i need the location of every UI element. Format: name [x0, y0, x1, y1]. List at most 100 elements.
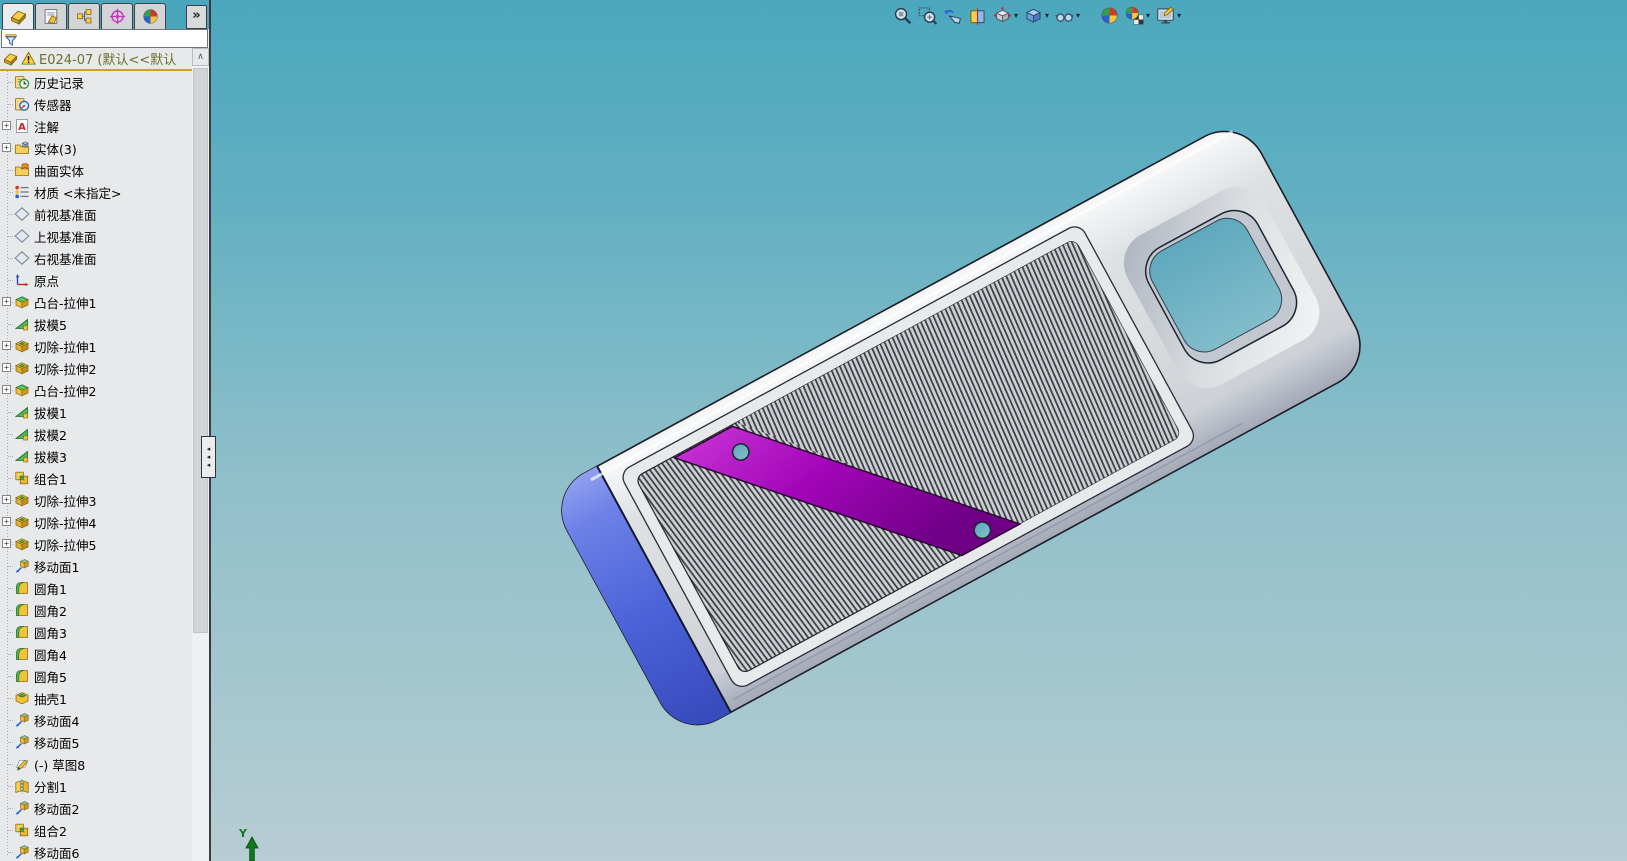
tree-item-label: 拔模5 — [34, 317, 67, 333]
tree-item[interactable]: 组合1 — [0, 467, 192, 489]
scrollbar-thumb[interactable] — [193, 68, 208, 633]
tree-item[interactable]: 拔模3 — [0, 445, 192, 467]
tree-item[interactable]: 材质 <未指定> — [0, 181, 192, 203]
tree-item[interactable]: 圆角4 — [0, 643, 192, 665]
tree-item-label: 移动面4 — [34, 713, 80, 729]
tree-item[interactable]: 移动面1 — [0, 555, 192, 577]
tree-item[interactable]: 曲面实体 — [0, 159, 192, 181]
scroll-up-button[interactable]: ∧ — [192, 48, 209, 66]
hud-view-orientation-button[interactable]: ▾ — [991, 3, 1020, 27]
tree-item-label: 移动面6 — [34, 845, 80, 861]
tree-item[interactable]: 圆角2 — [0, 599, 192, 621]
tab-dimxpertmanager[interactable] — [101, 3, 133, 29]
tree-item[interactable]: + 切除-拉伸4 — [0, 511, 192, 533]
tree-item[interactable]: 圆角5 — [0, 665, 192, 687]
tree-item[interactable]: + 切除-拉伸1 — [0, 335, 192, 357]
tree-item[interactable]: + 凸台-拉伸2 — [0, 379, 192, 401]
filter-input[interactable] — [18, 31, 207, 46]
annotations-icon: A — [14, 118, 30, 134]
dropdown-caret-icon[interactable]: ▾ — [1177, 11, 1181, 20]
tree-item[interactable]: + A 注解 — [0, 115, 192, 137]
tree-item[interactable]: 拔模2 — [0, 423, 192, 445]
hud-previous-view-button[interactable] — [941, 3, 964, 27]
feature-tree: E024-07 (默认<<默认 历史记录 传感器 + A 注解 + 实体(3) 曲面实体材质 … — [0, 48, 209, 861]
tab-configurationmanager[interactable] — [68, 3, 100, 29]
tree-item[interactable]: 组合2 — [0, 819, 192, 841]
sketch-icon — [14, 756, 30, 772]
hud-edit-appearance-button[interactable] — [1098, 3, 1121, 27]
expand-toggle[interactable]: + — [2, 121, 11, 130]
tree-item-label: 分割1 — [34, 779, 67, 795]
tree-item-label: 切除-拉伸1 — [34, 339, 97, 355]
tree-item[interactable]: 移动面4 — [0, 709, 192, 731]
tree-item[interactable]: (-) 草图8 — [0, 753, 192, 775]
fillet-icon — [14, 624, 30, 640]
tree-item[interactable]: 移动面5 — [0, 731, 192, 753]
move-face-icon — [14, 712, 30, 728]
splitter-arrow-icon: ◂ — [206, 452, 211, 461]
tab-displaymanager[interactable] — [134, 3, 166, 29]
tree-item[interactable]: 传感器 — [0, 93, 192, 115]
expand-toggle[interactable]: + — [2, 341, 11, 350]
tree-item[interactable]: + 实体(3) — [0, 137, 192, 159]
tree-item-label: 切除-拉伸3 — [34, 493, 97, 509]
tree-item[interactable]: 移动面6 — [0, 841, 192, 861]
fillet-icon — [14, 580, 30, 596]
tab-featuremanager[interactable] — [2, 3, 34, 29]
tree-item[interactable]: 分割1 — [0, 775, 192, 797]
edit-appearance-icon — [1100, 6, 1119, 25]
hud-zoom-to-fit-button[interactable] — [891, 3, 914, 27]
splitter-arrow-icon: ◂ — [206, 444, 211, 453]
tree-item-label: 拔模3 — [34, 449, 67, 465]
expand-toggle[interactable]: + — [2, 143, 11, 152]
dropdown-caret-icon[interactable]: ▾ — [1146, 11, 1150, 20]
tree-item-label: 上视基准面 — [34, 229, 97, 245]
draft-icon — [14, 426, 30, 442]
tree-item[interactable]: 历史记录 — [0, 71, 192, 93]
tree-item[interactable]: 圆角3 — [0, 621, 192, 643]
cad-model[interactable] — [540, 112, 1377, 746]
tab-propertymanager[interactable] — [35, 3, 67, 29]
tree-root-label: E024-07 (默认<<默认 — [39, 53, 177, 68]
filter-bar — [1, 29, 208, 48]
tree-item-label: 曲面实体 — [34, 163, 85, 179]
tree-item[interactable]: 前视基准面 — [0, 203, 192, 225]
graphics-viewport[interactable]: ▾ ▾ ▾ ▾ ▾ — [211, 0, 1627, 861]
tree-item-label: 圆角4 — [34, 647, 67, 663]
hud-zoom-to-area-button[interactable] — [916, 3, 939, 27]
hud-view-settings-button[interactable]: ▾ — [1154, 3, 1183, 27]
expand-toggle[interactable]: + — [2, 363, 11, 372]
expand-toggle[interactable]: + — [2, 385, 11, 394]
tree-item[interactable]: 移动面2 — [0, 797, 192, 819]
tree-item[interactable]: + 凸台-拉伸1 — [0, 291, 192, 313]
tree-item[interactable]: 右视基准面 — [0, 247, 192, 269]
tree-item[interactable]: + 切除-拉伸5 — [0, 533, 192, 555]
dropdown-caret-icon[interactable]: ▾ — [1045, 11, 1049, 20]
panel-splitter-handle[interactable]: ◂ ◂ ◂ — [201, 436, 216, 478]
orientation-triad: Y — [237, 826, 267, 861]
tree-item[interactable]: + 切除-拉伸3 — [0, 489, 192, 511]
tree-item[interactable]: 抽壳1 — [0, 687, 192, 709]
tree-item-label: 原点 — [34, 273, 60, 289]
expand-toggle[interactable]: + — [2, 297, 11, 306]
tree-item[interactable]: 圆角1 — [0, 577, 192, 599]
hud-display-style-button[interactable]: ▾ — [1022, 3, 1051, 27]
expand-toggle[interactable]: + — [2, 539, 11, 548]
tab-overflow-button[interactable]: » — [186, 5, 207, 29]
hud-apply-scene-button[interactable]: ▾ — [1123, 3, 1152, 27]
tree-item[interactable]: 拔模1 — [0, 401, 192, 423]
tree-root-item[interactable]: E024-07 (默认<<默认 — [0, 48, 192, 69]
tree-item[interactable]: 上视基准面 — [0, 225, 192, 247]
dropdown-caret-icon[interactable]: ▾ — [1076, 11, 1080, 20]
part-icon — [3, 51, 18, 66]
triad-y-label: Y — [238, 827, 248, 840]
tree-item[interactable]: 原点 — [0, 269, 192, 291]
tree-item[interactable]: 拔模5 — [0, 313, 192, 335]
tree-item[interactable]: + 切除-拉伸2 — [0, 357, 192, 379]
hud-hide-show-items-button[interactable]: ▾ — [1053, 3, 1082, 27]
expand-toggle[interactable]: + — [2, 495, 11, 504]
expand-toggle[interactable]: + — [2, 517, 11, 526]
dropdown-caret-icon[interactable]: ▾ — [1014, 11, 1018, 20]
triad-y-arrow-icon — [245, 836, 259, 861]
hud-section-view-button[interactable] — [966, 3, 989, 27]
